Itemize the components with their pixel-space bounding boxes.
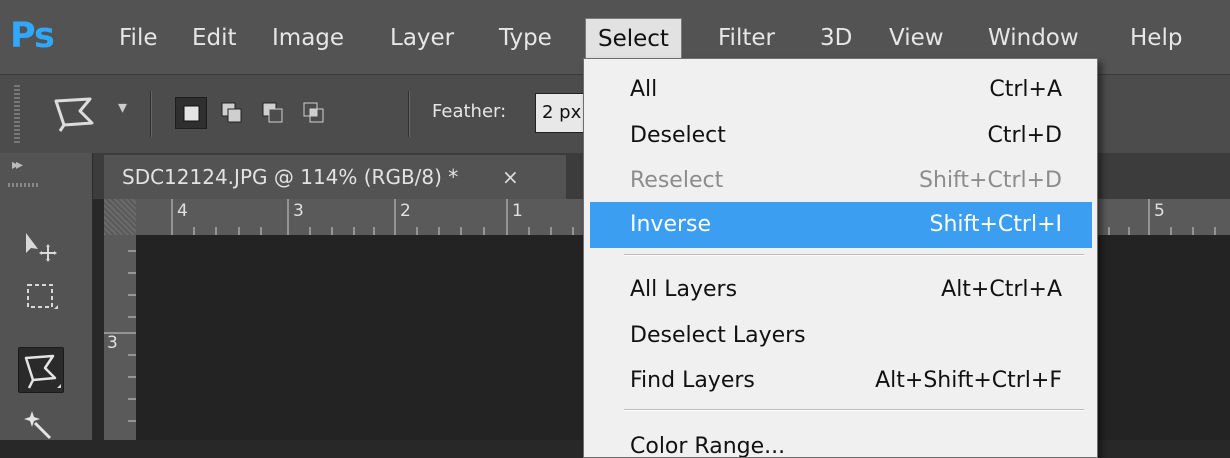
separator bbox=[150, 91, 151, 137]
menu-layer[interactable]: Layer bbox=[378, 18, 466, 58]
menu-select[interactable]: Select bbox=[585, 18, 682, 59]
menu-item-all[interactable]: All Ctrl+A bbox=[590, 67, 1092, 113]
menu-item-inverse[interactable]: Inverse Shift+Ctrl+I bbox=[590, 202, 1092, 248]
feather-label: Feather: bbox=[432, 101, 507, 122]
ruler-label: 3 bbox=[293, 201, 304, 221]
ruler-origin[interactable] bbox=[104, 199, 136, 235]
close-icon[interactable]: × bbox=[502, 155, 519, 199]
menu-item-deselect[interactable]: Deselect Ctrl+D bbox=[590, 113, 1092, 159]
panel-grip[interactable] bbox=[8, 183, 38, 187]
subtract-from-selection-icon[interactable] bbox=[257, 97, 289, 129]
menu-help[interactable]: Help bbox=[1118, 18, 1194, 58]
vertical-ruler: 3 bbox=[104, 235, 136, 440]
menu-item-find-layers[interactable]: Find Layers Alt+Shift+Ctrl+F bbox=[590, 358, 1092, 404]
menu-item-color-range[interactable]: Color Range... bbox=[590, 424, 1092, 457]
menu-view[interactable]: View bbox=[877, 18, 956, 58]
menu-3d[interactable]: 3D bbox=[808, 18, 864, 58]
ruler-label: 1 bbox=[512, 201, 523, 221]
separator bbox=[408, 91, 409, 137]
move-tool-icon[interactable] bbox=[18, 223, 64, 269]
menu-filter[interactable]: Filter bbox=[706, 18, 787, 58]
intersect-selection-icon[interactable] bbox=[298, 97, 330, 129]
menu-window[interactable]: Window bbox=[976, 18, 1091, 58]
menu-file[interactable]: File bbox=[107, 18, 170, 58]
magic-wand-icon[interactable] bbox=[18, 403, 64, 449]
select-menu-dropdown: All Ctrl+A Deselect Ctrl+D Reselect Shif… bbox=[583, 58, 1098, 458]
menu-item-deselect-layers[interactable]: Deselect Layers bbox=[590, 313, 1092, 359]
menu-separator bbox=[624, 409, 1084, 411]
document-tab[interactable]: SDC12124.JPG @ 114% (RGB/8) * × bbox=[104, 155, 566, 199]
polygonal-lasso-tool-icon[interactable] bbox=[18, 347, 64, 393]
ruler-label: 3 bbox=[107, 333, 118, 353]
menu-type[interactable]: Type bbox=[487, 18, 564, 58]
options-bar-grip[interactable] bbox=[14, 85, 20, 143]
menu-edit[interactable]: Edit bbox=[180, 18, 249, 58]
add-to-selection-icon[interactable] bbox=[216, 97, 248, 129]
menu-separator bbox=[624, 254, 1084, 256]
chevron-down-icon[interactable]: ▾ bbox=[118, 97, 127, 118]
ruler-label: 2 bbox=[400, 201, 411, 221]
polygonal-lasso-preset-icon[interactable] bbox=[50, 93, 100, 133]
menu-item-all-layers[interactable]: All Layers Alt+Ctrl+A bbox=[590, 267, 1092, 313]
tools-panel: ▸▸ bbox=[0, 153, 93, 440]
rectangular-marquee-icon[interactable] bbox=[18, 275, 64, 321]
new-selection-icon[interactable] bbox=[175, 97, 207, 129]
menu-item-reselect: Reselect Shift+Ctrl+D bbox=[630, 168, 1062, 193]
menu-image[interactable]: Image bbox=[260, 18, 356, 58]
document-tab-title: SDC12124.JPG @ 114% (RGB/8) * bbox=[122, 165, 459, 189]
collapse-panel-icon[interactable]: ▸▸ bbox=[12, 157, 23, 173]
ruler-label: 4 bbox=[177, 201, 188, 221]
photoshop-logo: Ps bbox=[10, 16, 55, 56]
ruler-label: 5 bbox=[1154, 201, 1165, 221]
